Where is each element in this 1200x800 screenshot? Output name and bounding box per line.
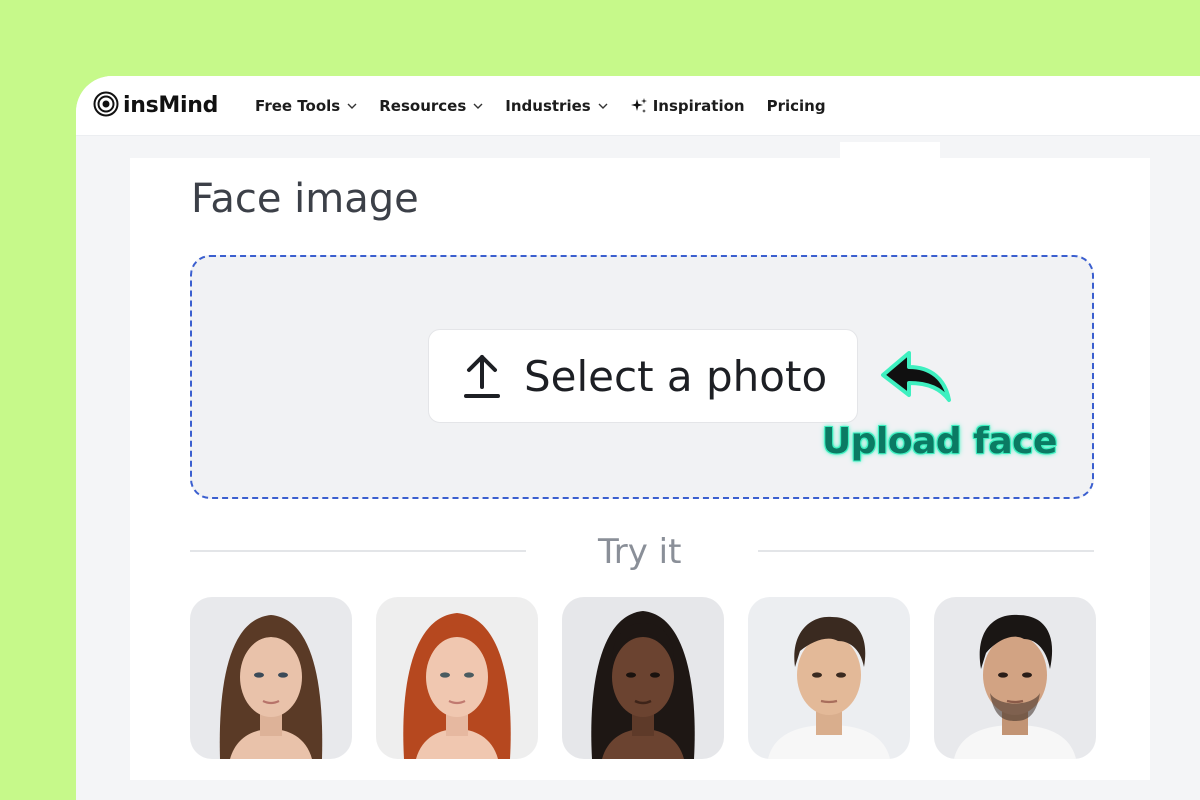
sample-face-5[interactable] [934,597,1096,759]
sample-face-4[interactable] [748,597,910,759]
curved-arrow-icon [875,345,957,411]
nav-item-free-tools[interactable]: Free Tools [255,97,357,115]
nav-item-industries[interactable]: Industries [505,96,608,115]
logo-text: insMind [123,93,219,118]
upload-face-annotation: Upload face [822,421,1057,462]
select-photo-label: Select a photo [524,351,828,401]
section-title: Face image [191,176,419,222]
divider-left [190,550,526,552]
top-navigation: insMind Free Tools Resources Industries [76,76,1200,136]
upload-dropzone[interactable]: Select a photo Upload face [190,255,1094,499]
panel-bottom-strip [130,780,1150,800]
nav-item-inspiration[interactable]: Inspiration [630,97,745,115]
select-photo-button[interactable]: Select a photo [428,329,858,423]
chevron-down-icon [598,103,608,109]
nav-item-label: Free Tools [255,96,341,115]
nav-item-label: Inspiration [652,96,745,115]
try-it-label: Try it [598,532,682,572]
chevron-down-icon [347,103,357,109]
divider-right [758,550,1094,552]
nav-item-resources[interactable]: Resources [379,97,483,115]
logo[interactable]: insMind [93,91,218,121]
nav-item-label: Industries [505,96,591,115]
chevron-down-icon [473,103,483,109]
sample-face-3[interactable] [562,597,724,759]
nav-item-pricing[interactable]: Pricing [767,97,826,115]
upload-icon [464,353,500,399]
nav-item-label: Pricing [766,96,826,115]
sample-face-1[interactable] [190,597,352,759]
sample-face-2[interactable] [376,597,538,759]
nav-menu: Free Tools Resources Industries Inspirat… [255,97,848,115]
face-image-panel: Face image Select a photo Upload face Tr… [130,158,1150,780]
nav-item-label: Resources [379,96,467,115]
browser-window: insMind Free Tools Resources Industries [76,76,1200,800]
logo-icon [93,91,119,121]
sparkle-icon [630,97,648,115]
